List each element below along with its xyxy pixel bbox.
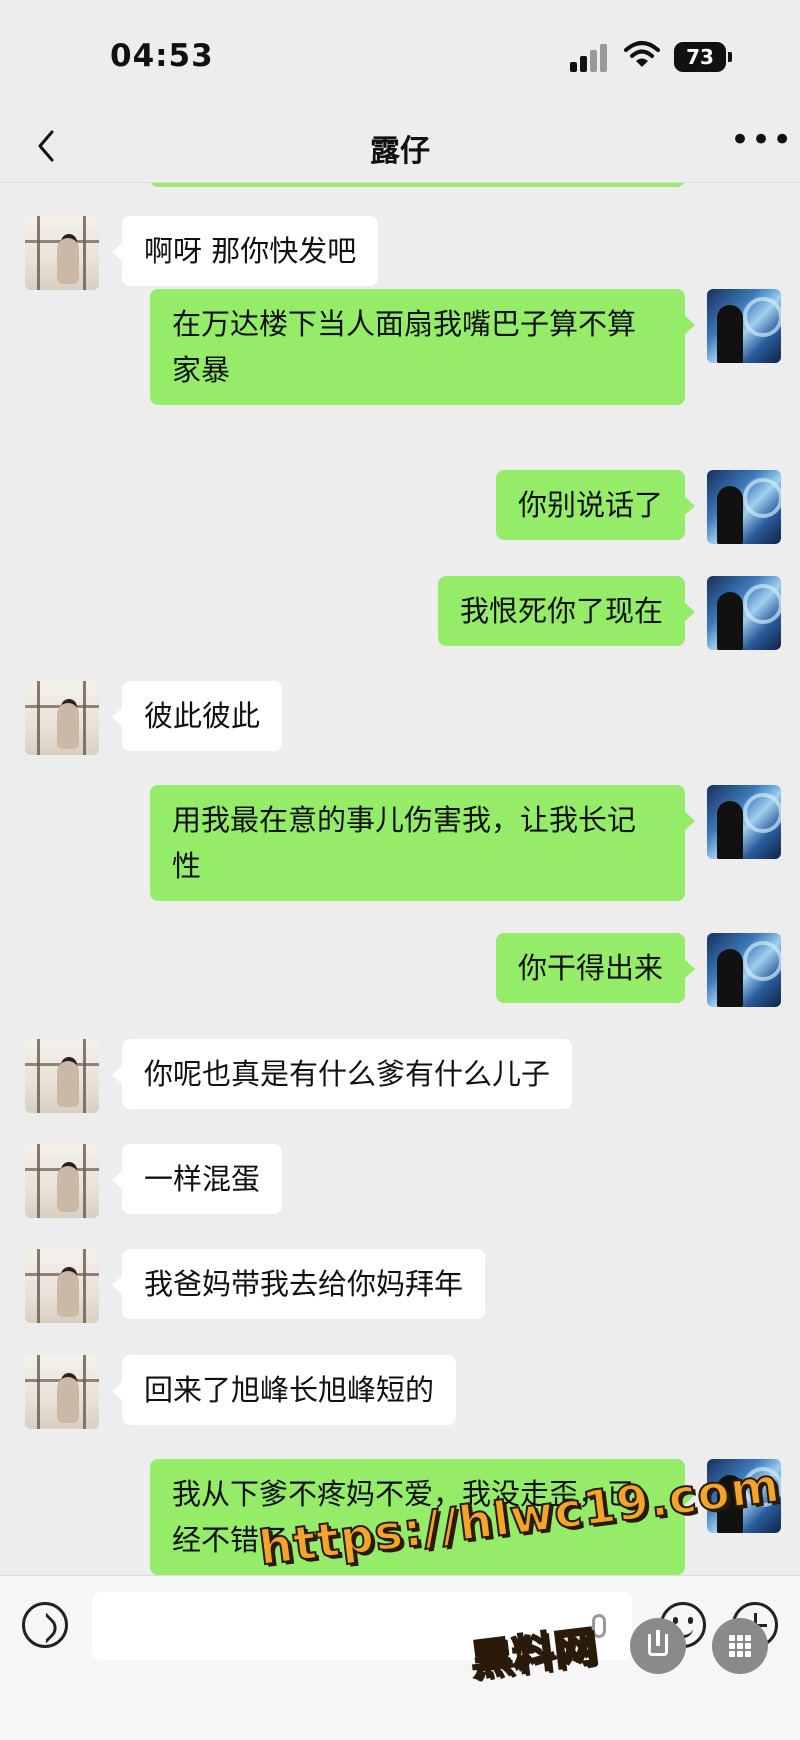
my-avatar[interactable] bbox=[707, 576, 781, 650]
voice-input-icon[interactable] bbox=[22, 1602, 68, 1648]
status-time: 04:53 bbox=[110, 38, 214, 74]
contact-avatar[interactable] bbox=[25, 1039, 99, 1113]
chat-header: 露仔 ••• bbox=[0, 110, 800, 183]
more-options-icon[interactable]: ••• bbox=[730, 123, 792, 160]
message-bubble[interactable]: 一样混蛋 bbox=[111, 1144, 283, 1214]
message-bubble[interactable]: 我恨死你了现在 bbox=[437, 576, 696, 646]
my-avatar[interactable] bbox=[707, 470, 781, 544]
status-bar: 04:53 73 bbox=[0, 0, 800, 110]
message-bubble[interactable]: 你别说话了 bbox=[495, 470, 696, 540]
message-list[interactable]: 啊呀 那你快发吧 在万达楼下当人面扇我嘴巴子算不算家暴 你别说话了 我恨死你了现… bbox=[0, 183, 800, 1575]
partial-message-bubble bbox=[150, 183, 685, 187]
message-bubble[interactable]: 彼此彼此 bbox=[111, 681, 283, 751]
wifi-icon bbox=[624, 41, 660, 67]
download-icon[interactable] bbox=[630, 1618, 686, 1674]
contact-avatar[interactable] bbox=[25, 1355, 99, 1429]
message-bubble[interactable]: 啊呀 那你快发吧 bbox=[111, 216, 379, 286]
contact-avatar[interactable] bbox=[25, 1249, 99, 1323]
my-avatar[interactable] bbox=[707, 933, 781, 1007]
my-avatar[interactable] bbox=[707, 289, 781, 363]
contact-avatar[interactable] bbox=[25, 1144, 99, 1218]
message-bubble[interactable]: 我爸妈带我去给你妈拜年 bbox=[111, 1249, 486, 1319]
message-bubble[interactable]: 你干得出来 bbox=[495, 933, 696, 1003]
contact-avatar[interactable] bbox=[25, 681, 99, 755]
message-bubble[interactable]: 回来了旭峰长旭峰短的 bbox=[111, 1355, 457, 1425]
message-bubble[interactable]: 用我最在意的事儿伤害我，让我长记性 bbox=[150, 785, 695, 901]
chat-title: 露仔 bbox=[370, 134, 430, 169]
message-bubble[interactable]: 你呢也真是有什么爹有什么儿子 bbox=[111, 1039, 573, 1109]
signal-icon bbox=[570, 44, 612, 72]
contact-avatar[interactable] bbox=[25, 216, 99, 290]
grid-menu-icon[interactable] bbox=[712, 1618, 768, 1674]
battery-icon: 73 bbox=[674, 42, 732, 72]
my-avatar[interactable] bbox=[707, 785, 781, 859]
message-bubble[interactable]: 在万达楼下当人面扇我嘴巴子算不算家暴 bbox=[150, 289, 695, 405]
